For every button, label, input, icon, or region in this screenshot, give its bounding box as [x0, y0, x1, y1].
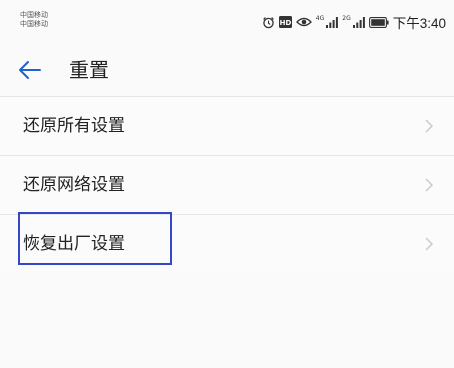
list-item-reset-all-settings[interactable]: 还原所有设置: [0, 97, 454, 156]
list-item-label: 恢复出厂设置: [23, 234, 125, 254]
carrier-info: 中国移动 中国移动: [20, 11, 48, 29]
header: 重置: [0, 48, 454, 92]
settings-reset-screen: 中国移动 中国移动 HD 4G 2G 下午3:40 重置 还原所有设置 还原网络…: [0, 0, 454, 368]
network-type-1: 4G: [315, 14, 325, 22]
list-item-factory-reset[interactable]: 恢复出厂设置: [0, 215, 454, 274]
hd-icon: HD: [278, 16, 292, 28]
back-arrow-icon: [19, 61, 41, 79]
network-type-2: 2G: [342, 14, 351, 22]
list-item-label: 还原网络设置: [23, 175, 125, 195]
empty-area: [0, 271, 454, 368]
page-title: 重置: [69, 58, 109, 82]
list-item-label: 还原所有设置: [23, 116, 125, 136]
battery-icon: [368, 16, 389, 28]
status-bar: 中国移动 中国移动 HD 4G 2G 下午3:40: [0, 0, 454, 40]
list-item-reset-network-settings[interactable]: 还原网络设置: [0, 156, 454, 215]
signal-icon: [352, 16, 365, 28]
carrier-2: 中国移动: [20, 20, 48, 28]
back-button[interactable]: [16, 56, 44, 84]
chevron-right-icon: [425, 119, 433, 133]
clock: 下午3:40: [392, 16, 446, 31]
signal-icon: [326, 16, 339, 28]
eye-icon: [295, 16, 312, 28]
alarm-icon: [262, 16, 275, 29]
reset-options-list: 还原所有设置 还原网络设置 恢复出厂设置: [0, 96, 454, 274]
status-icons: HD 4G 2G 下午3:40: [262, 14, 446, 31]
carrier-1: 中国移动: [20, 11, 48, 19]
chevron-right-icon: [425, 237, 433, 251]
chevron-right-icon: [425, 178, 433, 192]
svg-text:HD: HD: [279, 19, 291, 27]
